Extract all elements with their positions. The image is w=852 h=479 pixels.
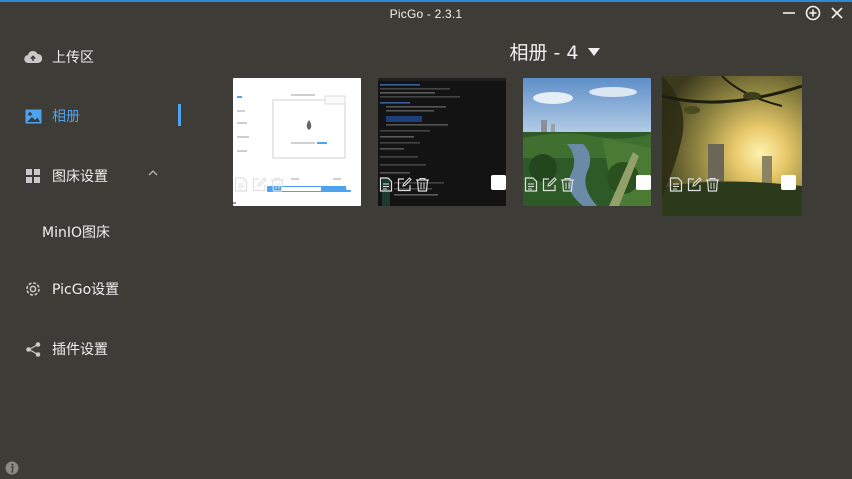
cloud-upload-icon [24, 48, 42, 66]
edit-button[interactable] [251, 176, 267, 192]
select-checkbox[interactable] [781, 175, 796, 190]
trash-icon [560, 177, 574, 192]
gallery-panel: 相册 - 4 [190, 26, 852, 479]
sidebar-item-upload[interactable]: 上传区 [24, 44, 184, 70]
gallery-title: 相册 - 4 [509, 42, 579, 64]
plus-circle-icon [805, 5, 821, 21]
delete-button[interactable] [559, 176, 575, 192]
gear-icon [24, 280, 42, 298]
info-icon[interactable] [5, 461, 19, 475]
edit-icon [397, 176, 412, 191]
chevron-up-icon[interactable] [146, 166, 160, 180]
delete-button[interactable] [269, 176, 285, 192]
document-icon [379, 176, 393, 192]
edit-button[interactable] [541, 176, 557, 192]
sidebar-item-label: 相册 [52, 109, 80, 125]
sidebar-item-label: PicGo设置 [52, 282, 120, 298]
sidebar-item-image-host-settings[interactable]: 图床设置 [24, 163, 184, 189]
sidebar-item-picgo-settings[interactable]: PicGo设置 [24, 276, 184, 302]
sidebar-item-label: 上传区 [52, 50, 94, 66]
grid-icon [24, 167, 42, 185]
delete-button[interactable] [414, 176, 430, 192]
trash-icon [415, 177, 429, 192]
share-icon [24, 340, 42, 358]
trash-icon [270, 177, 284, 192]
minimize-icon [783, 12, 795, 14]
card-actions [523, 174, 651, 194]
active-indicator [178, 104, 181, 126]
image-icon [24, 107, 42, 125]
pin-button[interactable] [804, 4, 822, 22]
titlebar: PicGo - 2.3.1 [0, 2, 852, 26]
window-title: PicGo - 2.3.1 [389, 7, 463, 21]
sidebar-item-label: MinIO图床 [42, 225, 110, 241]
edit-icon [252, 176, 267, 191]
select-checkbox[interactable] [346, 175, 361, 190]
card-actions [668, 174, 796, 194]
sidebar-item-gallery[interactable]: 相册 [24, 103, 184, 129]
select-checkbox[interactable] [636, 175, 651, 190]
sidebar-item-plugin-settings[interactable]: 插件设置 [24, 336, 184, 362]
card-actions [378, 174, 506, 194]
window-controls [780, 4, 846, 22]
trash-icon [705, 177, 719, 192]
sidebar-item-minio[interactable]: MinIO图床 [42, 219, 202, 245]
copy-link-button[interactable] [233, 176, 249, 192]
card-actions [233, 174, 361, 194]
copy-link-button[interactable] [523, 176, 539, 192]
sidebar-item-label: 图床设置 [52, 169, 108, 185]
edit-icon [542, 176, 557, 191]
image-thumbnail[interactable] [662, 76, 802, 216]
edit-icon [687, 176, 702, 191]
copy-link-button[interactable] [378, 176, 394, 192]
minimize-button[interactable] [780, 4, 798, 22]
caret-down-icon [587, 47, 600, 56]
document-icon [524, 176, 538, 192]
edit-button[interactable] [686, 176, 702, 192]
close-button[interactable] [828, 4, 846, 22]
document-icon [234, 176, 248, 192]
copy-link-button[interactable] [668, 176, 684, 192]
close-icon [831, 7, 843, 19]
document-icon [669, 176, 683, 192]
gallery-title-dropdown[interactable]: 相册 - 4 [190, 38, 852, 65]
select-checkbox[interactable] [491, 175, 506, 190]
sidebar: 上传区 相册 图床设置 MinIO图床 PicGo设置 插件设置 [0, 26, 190, 479]
edit-button[interactable] [396, 176, 412, 192]
gallery-card[interactable] [662, 76, 802, 216]
delete-button[interactable] [704, 176, 720, 192]
sidebar-item-label: 插件设置 [52, 342, 108, 358]
